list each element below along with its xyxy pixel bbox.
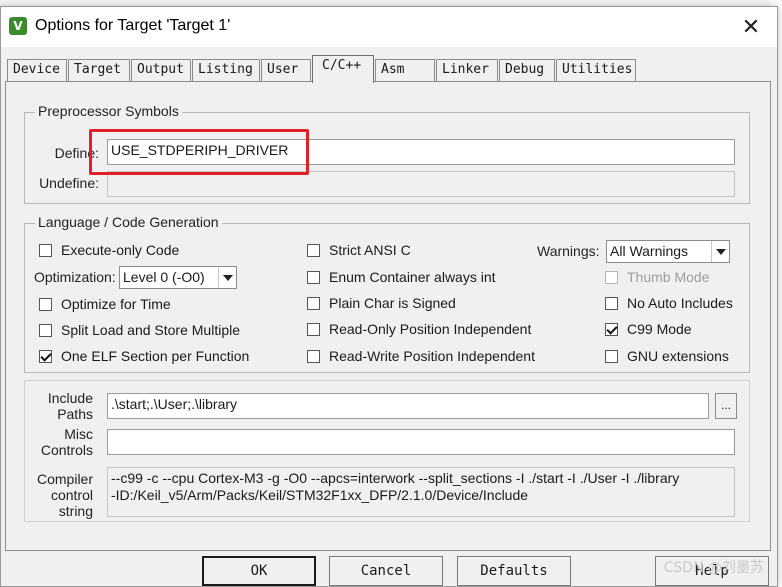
tab-linker[interactable]: Linker xyxy=(436,59,498,81)
checkbox-box[interactable] xyxy=(605,270,618,284)
checkbox-box[interactable] xyxy=(605,349,618,363)
tab-user[interactable]: User xyxy=(261,59,311,81)
csdn-watermark: CSDN @刘墨苏 xyxy=(663,560,764,576)
strict-ansi-checkbox[interactable]: Strict ANSI C xyxy=(307,241,411,259)
options-dialog: V Options for Target 'Target 1' ✕ Device… xyxy=(0,6,778,587)
define-input[interactable]: USE_STDPERIPH_DRIVER xyxy=(107,139,735,165)
language-group-title: Language / Code Generation xyxy=(35,214,222,230)
checkbox-box[interactable] xyxy=(39,243,52,257)
compiler-label-line: control xyxy=(50,487,93,503)
tab-output[interactable]: Output xyxy=(131,59,191,81)
checkbox-label: Optimize for Time xyxy=(61,296,171,312)
checkbox-label: C99 Mode xyxy=(627,321,692,337)
include-label-line: Include xyxy=(47,390,93,406)
c99-mode-checkbox[interactable]: C99 Mode xyxy=(605,320,692,338)
compiler-control-label: Compiler control string xyxy=(25,471,93,519)
include-label-line: Paths xyxy=(57,406,93,422)
warnings-value: All Warnings xyxy=(610,243,689,259)
checkbox-label: Strict ANSI C xyxy=(329,242,411,258)
ok-button[interactable]: OK xyxy=(202,556,316,586)
preprocessor-group: Preprocessor Symbols Define: USE_STDPERI… xyxy=(24,103,750,204)
undefine-label: Undefine: xyxy=(39,175,99,191)
gnu-extensions-checkbox[interactable]: GNU extensions xyxy=(605,347,729,365)
misc-controls-label: Misc Controls xyxy=(25,426,93,458)
checkbox-label: Thumb Mode xyxy=(627,269,710,285)
tab-c-cpp[interactable]: C/C++ xyxy=(312,55,374,83)
enum-container-checkbox[interactable]: Enum Container always int xyxy=(307,268,496,286)
chevron-down-icon[interactable] xyxy=(218,267,236,288)
compiler-label-line: Compiler xyxy=(36,471,93,487)
tab-device[interactable]: Device xyxy=(7,59,67,81)
checkbox-label: GNU extensions xyxy=(627,348,729,364)
close-button[interactable]: ✕ xyxy=(737,13,765,41)
include-paths-label: Include Paths xyxy=(25,390,93,422)
rw-position-independent-checkbox[interactable]: Read-Write Position Independent xyxy=(307,347,535,365)
checkbox-label: Plain Char is Signed xyxy=(329,295,456,311)
c-cpp-panel: Preprocessor Symbols Define: USE_STDPERI… xyxy=(5,81,771,551)
include-paths-input[interactable]: .\start;.\User;.\library xyxy=(107,393,709,419)
checkbox-box[interactable] xyxy=(307,270,320,284)
keil-uvision-icon: V xyxy=(9,17,27,35)
warnings-label: Warnings: xyxy=(537,243,600,259)
misc-controls-input[interactable] xyxy=(107,429,735,455)
one-elf-section-checkbox[interactable]: One ELF Section per Function xyxy=(39,347,249,365)
warnings-select[interactable]: All Warnings xyxy=(606,240,730,263)
split-load-store-checkbox[interactable]: Split Load and Store Multiple xyxy=(39,321,240,339)
checkbox-label: Read-Write Position Independent xyxy=(329,348,535,364)
checkbox-box[interactable] xyxy=(605,296,618,310)
execute-only-checkbox[interactable]: Execute-only Code xyxy=(39,241,179,259)
no-auto-includes-checkbox[interactable]: No Auto Includes xyxy=(605,294,733,312)
checkbox-label: No Auto Includes xyxy=(627,295,733,311)
close-icon: ✕ xyxy=(741,14,761,39)
checkbox-box[interactable] xyxy=(39,323,52,337)
checkbox-label: Execute-only Code xyxy=(61,242,180,258)
tab-target[interactable]: Target xyxy=(68,59,130,81)
title-bar: V Options for Target 'Target 1' ✕ xyxy=(1,7,777,47)
tab-asm[interactable]: Asm xyxy=(375,59,435,81)
checkbox-label: Split Load and Store Multiple xyxy=(61,322,240,338)
preprocessor-group-title: Preprocessor Symbols xyxy=(35,103,182,119)
dialog-title: Options for Target 'Target 1' xyxy=(35,17,231,34)
optimization-value: Level 0 (-O0) xyxy=(123,269,205,285)
checkbox-box[interactable] xyxy=(307,296,320,310)
checkbox-label: Enum Container always int xyxy=(329,269,496,285)
optimize-for-time-checkbox[interactable]: Optimize for Time xyxy=(39,295,171,313)
compiler-control-string: --c99 -c --cpu Cortex-M3 -g -O0 --apcs=i… xyxy=(107,467,735,517)
plain-char-signed-checkbox[interactable]: Plain Char is Signed xyxy=(307,294,456,312)
compiler-label-line: string xyxy=(58,503,93,519)
chevron-down-icon[interactable] xyxy=(711,241,729,262)
misc-label-line: Controls xyxy=(40,442,93,458)
checkbox-box[interactable] xyxy=(307,349,320,363)
tab-listing[interactable]: Listing xyxy=(192,59,260,81)
misc-label-line: Misc xyxy=(64,426,93,442)
undefine-input[interactable] xyxy=(107,171,735,197)
optimization-select[interactable]: Level 0 (-O0) xyxy=(119,266,237,289)
checkbox-box[interactable] xyxy=(307,243,320,257)
thumb-mode-checkbox[interactable]: Thumb Mode xyxy=(605,268,709,286)
browse-include-button[interactable]: ... xyxy=(715,393,737,419)
defaults-button[interactable]: Defaults xyxy=(457,556,571,586)
checkbox-label: Read-Only Position Independent xyxy=(329,321,532,337)
language-group: Language / Code Generation Execute-only … xyxy=(24,214,750,373)
optimization-label: Optimization: xyxy=(34,269,116,285)
checkbox-box[interactable] xyxy=(605,322,618,336)
paths-group: Include Paths .\start;.\User;.\library .… xyxy=(24,380,750,522)
checkbox-box[interactable] xyxy=(39,349,52,363)
tab-debug[interactable]: Debug xyxy=(499,59,555,81)
checkbox-label: One ELF Section per Function xyxy=(61,348,250,364)
ro-position-independent-checkbox[interactable]: Read-Only Position Independent xyxy=(307,320,531,338)
cancel-button[interactable]: Cancel xyxy=(329,556,443,586)
checkbox-box[interactable] xyxy=(39,297,52,311)
define-label: Define: xyxy=(54,145,99,161)
checkbox-box[interactable] xyxy=(307,322,320,336)
tab-utilities[interactable]: Utilities xyxy=(556,59,636,81)
